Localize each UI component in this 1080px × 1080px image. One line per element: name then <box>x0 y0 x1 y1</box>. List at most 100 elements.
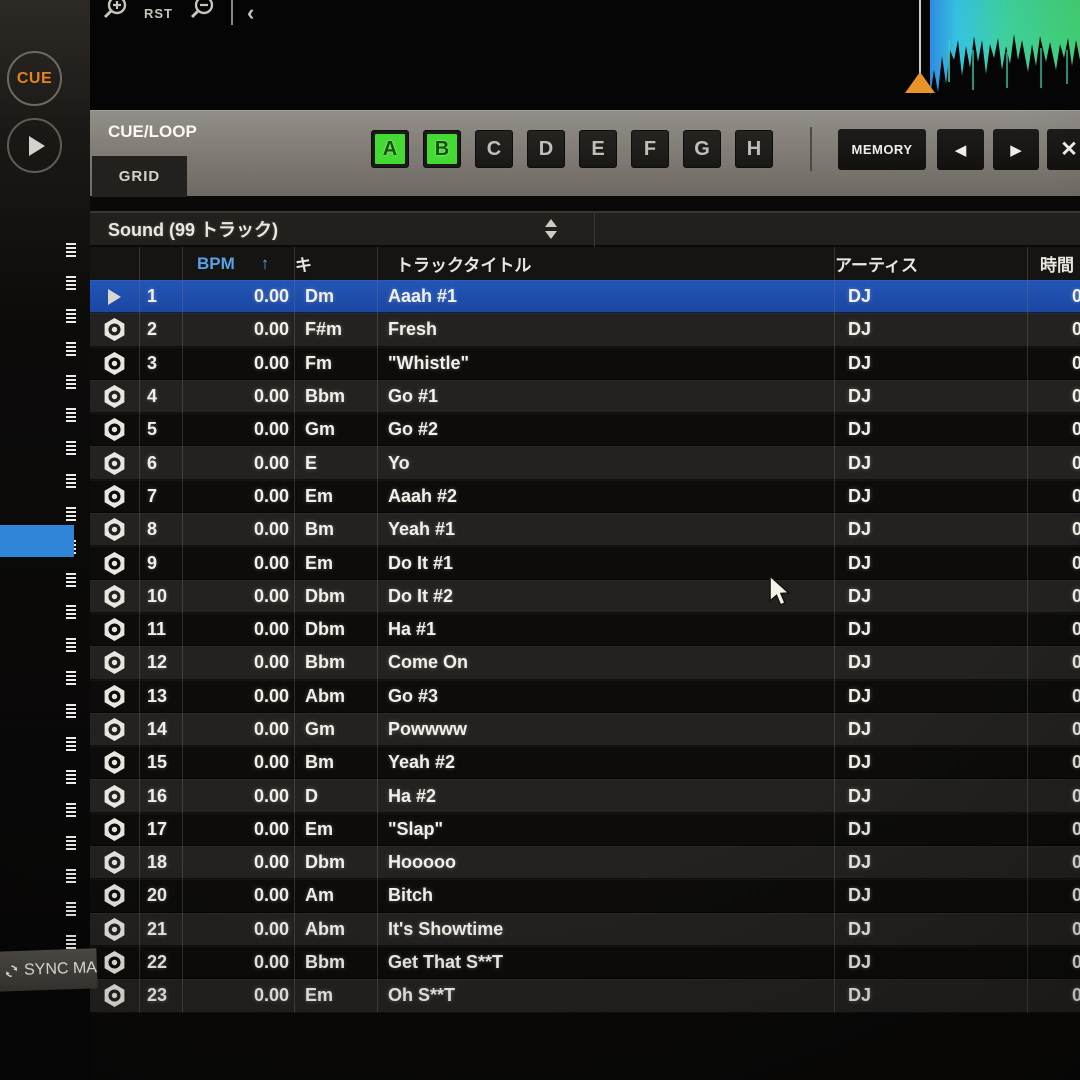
track-number: 10 <box>140 580 183 613</box>
track-key: Bbm <box>295 946 378 979</box>
track-key: Dbm <box>295 846 378 879</box>
hot-cue-a[interactable]: A <box>371 130 409 168</box>
rekordbox-track-icon <box>102 617 127 642</box>
hot-cue-c[interactable]: C <box>475 130 513 168</box>
track-time: 0 <box>1028 913 1080 946</box>
table-row[interactable]: 20 0.00 Am Bitch DJ 0 <box>90 879 1080 912</box>
track-bpm: 0.00 <box>183 979 295 1012</box>
table-row[interactable]: 12 0.00 Bbm Come On DJ 0 <box>90 646 1080 679</box>
rekordbox-track-icon <box>102 750 127 775</box>
track-key: Gm <box>295 713 378 746</box>
chevron-left-icon[interactable]: ‹ <box>247 0 254 26</box>
tab-grid[interactable]: GRID <box>92 156 187 197</box>
hot-cue-d[interactable]: D <box>527 130 565 168</box>
rekordbox-track-icon <box>102 650 127 675</box>
memory-button[interactable]: MEMORY <box>838 129 926 170</box>
table-row[interactable]: 9 0.00 Em Do It #1 DJ 0 <box>90 546 1080 579</box>
table-row[interactable]: 23 0.00 Em Oh S**T DJ 0 <box>90 979 1080 1012</box>
track-number: 20 <box>140 879 183 912</box>
zoom-reset-button[interactable]: RST <box>144 0 173 21</box>
track-title: Ha #1 <box>378 613 835 646</box>
hot-cue-g[interactable]: G <box>683 130 721 168</box>
hot-cue-f[interactable]: F <box>631 130 669 168</box>
track-title: Go #2 <box>378 413 835 446</box>
track-artist: DJ <box>835 913 1028 946</box>
table-row[interactable]: 18 0.00 Dbm Hooooo DJ 0 <box>90 846 1080 879</box>
table-row[interactable]: 2 0.00 F#m Fresh DJ 0 <box>90 313 1080 346</box>
track-bpm: 0.00 <box>183 746 295 779</box>
track-time: 0 <box>1028 480 1080 513</box>
track-number: 17 <box>140 813 183 846</box>
track-title: Do It #2 <box>378 580 835 613</box>
track-number: 2 <box>140 313 183 346</box>
track-number: 16 <box>140 779 183 812</box>
track-title: Bitch <box>378 879 835 912</box>
table-row[interactable]: 5 0.00 Gm Go #2 DJ 0 <box>90 413 1080 446</box>
column-number[interactable] <box>140 247 183 280</box>
track-time: 0 <box>1028 846 1080 879</box>
zoom-in-icon[interactable] <box>100 0 130 27</box>
track-number: 5 <box>140 413 183 446</box>
column-key[interactable]: キ <box>295 247 378 280</box>
track-key: Bbm <box>295 380 378 413</box>
toolbar-divider <box>231 0 233 25</box>
track-number: 23 <box>140 979 183 1012</box>
expand-collapse-icon[interactable] <box>545 219 557 239</box>
column-bpm[interactable]: BPM ↑ <box>183 247 295 280</box>
cue-button[interactable]: CUE <box>7 51 62 106</box>
track-key: Am <box>295 879 378 912</box>
table-row[interactable]: 6 0.00 E Yo DJ 0 <box>90 446 1080 479</box>
table-row[interactable]: 3 0.00 Fm "Whistle" DJ 0 <box>90 347 1080 380</box>
playlist-header[interactable]: Sound (99 トラック) <box>90 211 1080 245</box>
table-row[interactable]: 10 0.00 Dbm Do It #2 DJ 0 <box>90 580 1080 613</box>
track-time: 0 <box>1028 946 1080 979</box>
table-row[interactable]: 8 0.00 Bm Yeah #1 DJ 0 <box>90 513 1080 546</box>
zoom-out-icon[interactable] <box>187 0 217 27</box>
rekordbox-track-icon <box>102 950 127 975</box>
track-time: 0 <box>1028 813 1080 846</box>
track-title: Aaah #1 <box>378 280 835 313</box>
track-number: 21 <box>140 913 183 946</box>
table-row[interactable]: 7 0.00 Em Aaah #2 DJ 0 <box>90 480 1080 513</box>
memory-next-button[interactable]: ▶ <box>993 129 1039 170</box>
table-row[interactable]: 1 0.00 Dm Aaah #1 DJ 0 <box>90 280 1080 313</box>
play-button[interactable] <box>7 118 62 173</box>
track-time: 0 <box>1028 347 1080 380</box>
hot-cue-b[interactable]: B <box>423 130 461 168</box>
track-key: F#m <box>295 313 378 346</box>
memory-prev-button[interactable]: ◀ <box>937 129 984 170</box>
track-time: 0 <box>1028 580 1080 613</box>
track-key: Abm <box>295 913 378 946</box>
table-row[interactable]: 16 0.00 D Ha #2 DJ 0 <box>90 779 1080 812</box>
track-key: Gm <box>295 413 378 446</box>
track-bpm: 0.00 <box>183 613 295 646</box>
table-row[interactable]: 22 0.00 Bbm Get That S**T DJ 0 <box>90 946 1080 979</box>
track-waveform[interactable] <box>928 0 1080 106</box>
table-row[interactable]: 11 0.00 Dbm Ha #1 DJ 0 <box>90 613 1080 646</box>
track-title: Fresh <box>378 313 835 346</box>
column-artist[interactable]: アーティス <box>835 247 1028 280</box>
table-row[interactable]: 14 0.00 Gm Powwww DJ 0 <box>90 713 1080 746</box>
track-time: 0 <box>1028 280 1080 313</box>
rekordbox-track-icon <box>102 717 127 742</box>
track-bpm: 0.00 <box>183 380 295 413</box>
column-time[interactable]: 時間 <box>1028 247 1080 280</box>
track-artist: DJ <box>835 413 1028 446</box>
close-button[interactable]: ✕ <box>1047 129 1080 170</box>
hot-cue-h[interactable]: H <box>735 130 773 168</box>
track-title: Yeah #1 <box>378 513 835 546</box>
column-title[interactable]: トラックタイトル <box>378 247 835 280</box>
track-time: 0 <box>1028 713 1080 746</box>
table-row[interactable]: 4 0.00 Bbm Go #1 DJ 0 <box>90 380 1080 413</box>
sync-manager-bar[interactable]: SYNC MA <box>0 948 98 991</box>
table-row[interactable]: 13 0.00 Abm Go #3 DJ 0 <box>90 680 1080 713</box>
mini-list-selection[interactable] <box>0 525 74 557</box>
track-artist: DJ <box>835 513 1028 546</box>
track-bpm: 0.00 <box>183 513 295 546</box>
table-row[interactable]: 17 0.00 Em "Slap" DJ 0 <box>90 813 1080 846</box>
rekordbox-track-icon <box>102 817 127 842</box>
track-bpm: 0.00 <box>183 580 295 613</box>
hot-cue-e[interactable]: E <box>579 130 617 168</box>
table-row[interactable]: 21 0.00 Abm It's Showtime DJ 0 <box>90 913 1080 946</box>
table-row[interactable]: 15 0.00 Bm Yeah #2 DJ 0 <box>90 746 1080 779</box>
